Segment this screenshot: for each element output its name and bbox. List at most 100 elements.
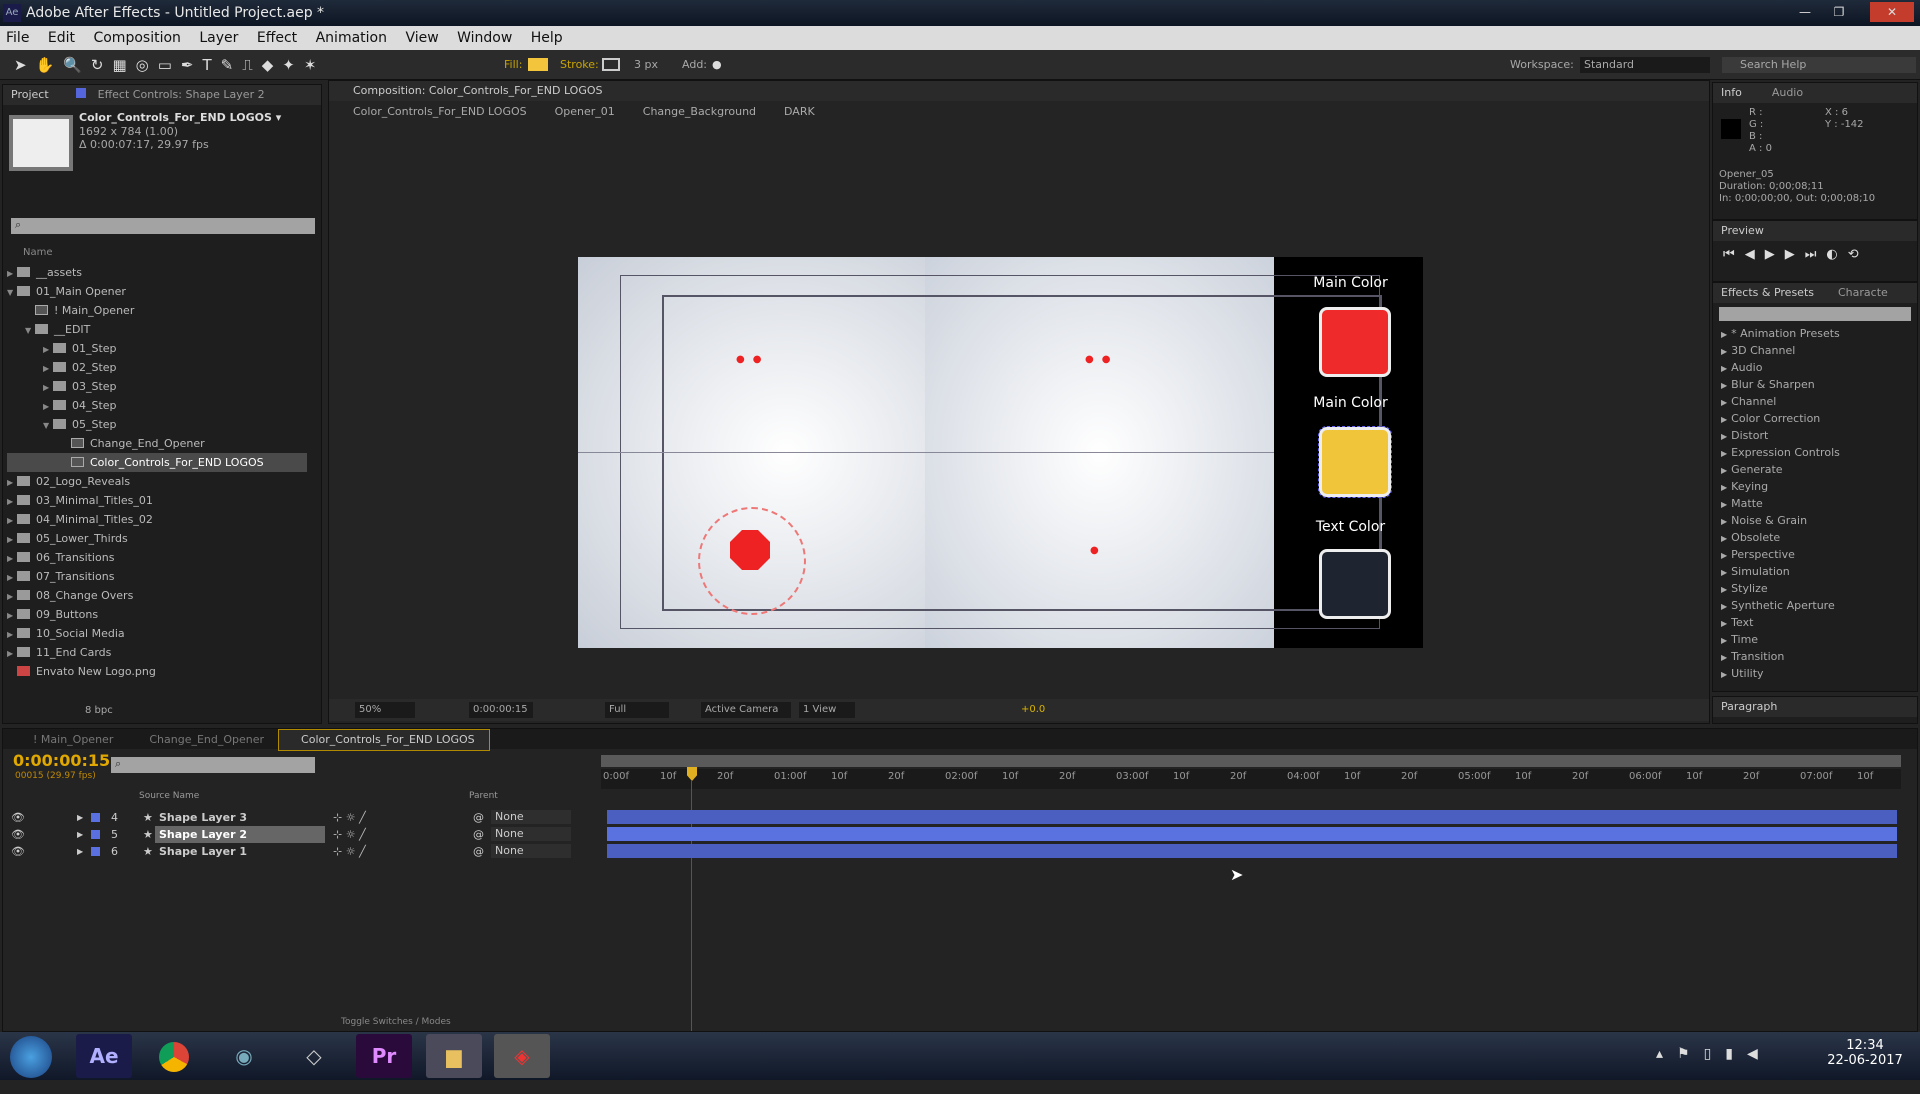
project-item[interactable]: ▶ 10_Social Media	[7, 624, 307, 643]
project-item[interactable]: ▶ 02_Step	[7, 358, 307, 377]
visibility-eye-icon[interactable]: 👁	[11, 826, 25, 843]
expand-closed-icon[interactable]: ▶	[43, 340, 53, 359]
effect-category[interactable]: ▶ Synthetic Aperture	[1713, 597, 1917, 614]
toggle-switches-modes[interactable]: Toggle Switches / Modes	[341, 1017, 451, 1027]
layer-row[interactable]: 👁 ▶ 6 ★ Shape Layer 1 ⊹ ☼ ╱ @ None	[3, 843, 603, 860]
expand-closed-icon[interactable]: ▶	[7, 264, 17, 283]
expand-closed-icon[interactable]: ▶	[7, 530, 17, 549]
bpc-button[interactable]: 8 bpc	[85, 705, 113, 716]
project-item[interactable]: ▶ 09_Buttons	[7, 605, 307, 624]
timeline-timecode[interactable]: 0:00:00:15	[13, 751, 110, 770]
parent-select[interactable]: None	[491, 844, 571, 858]
effect-category[interactable]: ▶ Obsolete	[1713, 529, 1917, 546]
expand-closed-icon[interactable]: ▶	[7, 473, 17, 492]
tab-composition[interactable]: Composition: Color_Controls_For_END LOGO…	[353, 84, 603, 97]
comp-viewer[interactable]: ●● ●● ● Main Color Main Color Text Color	[578, 257, 1423, 648]
effect-category[interactable]: ▶ Audio	[1713, 359, 1917, 376]
project-item[interactable]: ▶ 04_Step	[7, 396, 307, 415]
timeline-search-input[interactable]: ⌕	[111, 757, 315, 773]
tab-audio[interactable]: Audio	[1772, 86, 1803, 99]
project-item[interactable]: ▼ __EDIT	[7, 320, 307, 339]
project-item[interactable]: ▶ 02_Logo_Reveals	[7, 472, 307, 491]
project-item[interactable]: Change_End_Opener	[7, 434, 307, 453]
work-area-bar[interactable]	[601, 755, 1901, 767]
expand-closed-icon[interactable]: ▶	[7, 568, 17, 587]
effect-category[interactable]: ▶ Blur & Sharpen	[1713, 376, 1917, 393]
parent-select[interactable]: None	[491, 810, 571, 824]
effect-category[interactable]: ▶ Keying	[1713, 478, 1917, 495]
menu-animation[interactable]: Animation	[316, 30, 387, 46]
timeline-tab[interactable]: Change_End_Opener	[127, 730, 278, 750]
taskbar-premiere[interactable]: Pr	[356, 1034, 412, 1078]
layer-row[interactable]: 👁 ▶ 5 ★ Shape Layer 2 ⊹ ☼ ╱ @ None	[3, 826, 603, 843]
expand-open-icon[interactable]: ▼	[25, 321, 35, 340]
taskbar-app[interactable]: ◇	[286, 1034, 342, 1078]
expand-closed-icon[interactable]: ▶	[43, 397, 53, 416]
expand-closed-icon[interactable]: ▶	[77, 809, 83, 826]
layer-duration-bar[interactable]	[607, 810, 1897, 824]
pickwhip-icon[interactable]: @	[473, 809, 484, 826]
expand-closed-icon[interactable]: ▶	[7, 644, 17, 663]
expand-closed-icon[interactable]: ▶	[7, 625, 17, 644]
project-item[interactable]: ▶ 01_Step	[7, 339, 307, 358]
project-item[interactable]: ▶ 03_Minimal_Titles_01	[7, 491, 307, 510]
taskbar-explorer[interactable]: ▆	[426, 1034, 482, 1078]
tab-info[interactable]: Info	[1721, 86, 1742, 99]
taskbar-tool[interactable]: ◈	[494, 1034, 550, 1078]
magnification-select[interactable]: 50%	[355, 702, 415, 718]
effect-category[interactable]: ▶ Time	[1713, 631, 1917, 648]
project-item[interactable]: ▶ 07_Transitions	[7, 567, 307, 586]
start-button[interactable]	[10, 1036, 52, 1078]
pickwhip-icon[interactable]: @	[473, 826, 484, 843]
project-item[interactable]: ▶ 06_Transitions	[7, 548, 307, 567]
expand-closed-icon[interactable]: ▶	[7, 511, 17, 530]
view-layout-select[interactable]: 1 View	[799, 702, 855, 718]
effect-category[interactable]: ▶ Stylize	[1713, 580, 1917, 597]
layer-name[interactable]: Shape Layer 3	[155, 809, 325, 826]
effect-category[interactable]: ▶ 3D Channel	[1713, 342, 1917, 359]
system-tray-icons[interactable]: ▴⚑▯▮◀	[1656, 1046, 1772, 1062]
layer-duration-bar[interactable]	[607, 827, 1897, 841]
menu-edit[interactable]: Edit	[48, 30, 75, 46]
breadcrumb-item[interactable]: Opener_01	[555, 105, 615, 118]
effect-category[interactable]: ▶ Text	[1713, 614, 1917, 631]
expand-closed-icon[interactable]: ▶	[77, 826, 83, 843]
pickwhip-icon[interactable]: @	[473, 843, 484, 860]
effect-category[interactable]: ▶ Noise & Grain	[1713, 512, 1917, 529]
label-color[interactable]	[91, 847, 100, 856]
layer-switches[interactable]: ⊹ ☼ ╱	[333, 809, 366, 826]
tab-effects-presets[interactable]: Effects & Presets	[1721, 286, 1814, 299]
effects-search-input[interactable]	[1719, 307, 1911, 321]
project-item[interactable]: ▶ 08_Change Overs	[7, 586, 307, 605]
tab-effect-controls[interactable]: Effect Controls: Shape Layer 2	[98, 88, 265, 101]
stroke-swatch[interactable]	[602, 58, 620, 71]
taskbar-media-player[interactable]: ◉	[216, 1034, 272, 1078]
tab-preview[interactable]: Preview	[1721, 224, 1764, 237]
timeline-tab[interactable]: Color_Controls_For_END LOGOS	[278, 729, 490, 751]
project-item[interactable]: ▶ 03_Step	[7, 377, 307, 396]
camera-select[interactable]: Active Camera	[701, 702, 791, 718]
menu-view[interactable]: View	[405, 30, 438, 46]
layer-name[interactable]: Shape Layer 1	[155, 843, 325, 860]
project-item[interactable]: ▶ 04_Minimal_Titles_02	[7, 510, 307, 529]
expand-closed-icon[interactable]: ▶	[43, 359, 53, 378]
clock[interactable]: 12:34 22-06-2017	[1820, 1038, 1910, 1068]
layer-duration-bar[interactable]	[607, 844, 1897, 858]
effect-category[interactable]: ▶ Generate	[1713, 461, 1917, 478]
layer-name[interactable]: Shape Layer 2	[155, 826, 325, 843]
tab-project[interactable]: Project	[11, 88, 49, 101]
expand-closed-icon[interactable]: ▶	[77, 843, 83, 860]
secondary-color-swatch[interactable]	[1318, 426, 1392, 498]
effect-category[interactable]: ▶ Expression Controls	[1713, 444, 1917, 461]
expand-closed-icon[interactable]: ▶	[7, 606, 17, 625]
taskbar-chrome[interactable]	[146, 1034, 202, 1078]
project-item[interactable]: ! Main_Opener	[7, 301, 307, 320]
menu-effect[interactable]: Effect	[257, 30, 297, 46]
effect-category[interactable]: ▶ Simulation	[1713, 563, 1917, 580]
effect-category[interactable]: ▶ Utility	[1713, 665, 1917, 682]
project-item[interactable]: Envato New Logo.png	[7, 662, 307, 681]
effect-category[interactable]: ▶ Matte	[1713, 495, 1917, 512]
effect-category[interactable]: ▶ Distort	[1713, 427, 1917, 444]
column-source-name[interactable]: Source Name	[139, 791, 199, 801]
effect-category[interactable]: ▶ Color Correction	[1713, 410, 1917, 427]
